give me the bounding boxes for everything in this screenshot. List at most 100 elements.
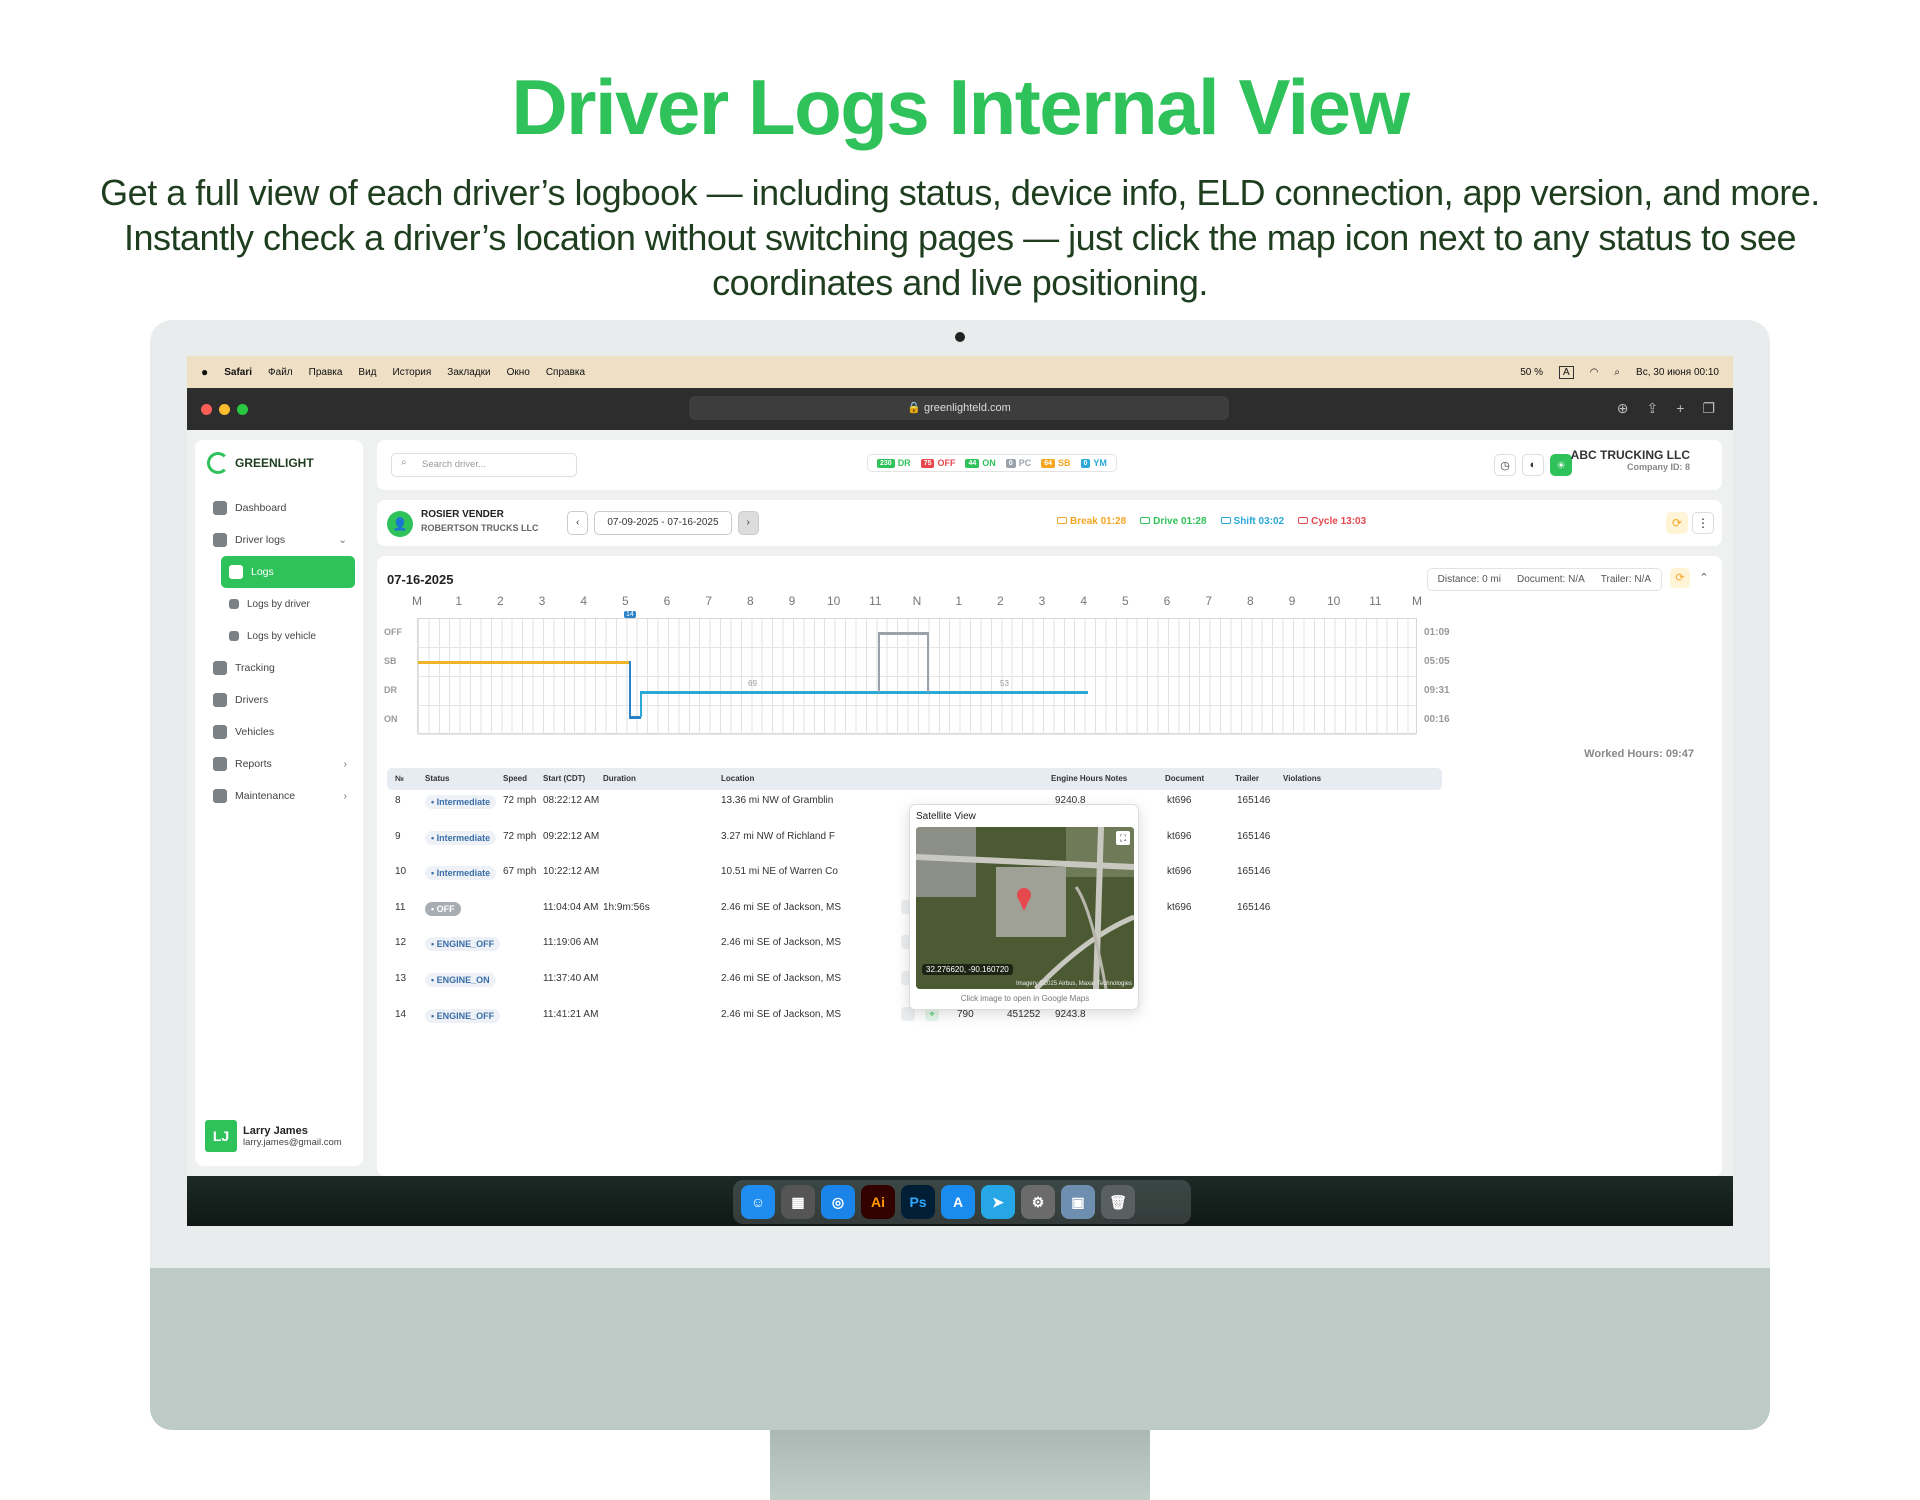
cell-trailer: 165146 — [1237, 901, 1271, 913]
column-header[interactable]: Violations — [1283, 774, 1321, 783]
menubar-clock[interactable]: Вс, 30 июня 00:10 — [1636, 367, 1719, 378]
sidebar-item-reports[interactable]: Reports › — [205, 748, 355, 780]
status-badge: • Intermediate — [425, 830, 497, 845]
more-options-icon[interactable]: ⋮ — [1692, 512, 1714, 534]
theme-dark-icon[interactable]: ◐ — [1522, 454, 1544, 476]
menu-bookmarks[interactable]: Закладки — [447, 367, 490, 378]
status-chip-dr[interactable]: 230 DR — [874, 458, 914, 468]
dock-launchpad-icon[interactable]: ▦ — [781, 1185, 815, 1219]
menu-file[interactable]: Файл — [268, 367, 293, 378]
satellite-map[interactable]: 32.276620, -90.160720 Imagery ©2025 Airb… — [916, 827, 1134, 989]
sidebar-item-dashboard[interactable]: Dashboard — [205, 492, 355, 524]
menu-window[interactable]: Окно — [507, 367, 530, 378]
sidebar-item-driver-logs[interactable]: Driver logs ⌄ — [205, 524, 355, 556]
dock-safari-icon[interactable]: ◎ — [821, 1185, 855, 1219]
sidebar-item-drivers[interactable]: Drivers — [205, 684, 355, 716]
chevron-down-icon: ⌄ — [338, 534, 347, 546]
sidebar-item-maintenance[interactable]: Maintenance › — [205, 780, 355, 812]
sidebar-item-logs[interactable]: Logs — [221, 556, 355, 588]
dock-settings-icon[interactable]: ⚙ — [1021, 1185, 1055, 1219]
dock-trash-icon[interactable]: 🗑 — [1101, 1185, 1135, 1219]
menu-safari[interactable]: Safari — [224, 367, 252, 378]
driver-company: ROBERTSON TRUCKS LLC — [421, 523, 539, 533]
column-header[interactable]: Trailer — [1235, 774, 1259, 783]
cell-n: 9 — [395, 830, 401, 842]
refresh-icon[interactable]: ⟳ — [1666, 512, 1688, 534]
hour-tick: 4 — [1080, 594, 1087, 608]
sidebar-item-label: Logs by driver — [247, 598, 310, 610]
collapse-icon[interactable]: ⌃ — [1694, 568, 1714, 588]
dock-finder-icon[interactable]: ☺ — [741, 1185, 775, 1219]
log-summary: Distance: 0 mi Document: N/A Trailer: N/… — [1426, 568, 1662, 591]
sidebar-item-label: Dashboard — [235, 502, 287, 514]
column-header[interactable]: Status — [425, 774, 449, 783]
chip-count: 64 — [1041, 458, 1055, 468]
fullscreen-icon[interactable]: ⛶ — [1116, 831, 1130, 845]
imagery-credit: Imagery ©2025 Airbus, Maxar Technologies — [1015, 981, 1132, 987]
sidebar-item-vehicles[interactable]: Vehicles — [205, 716, 355, 748]
column-header[interactable]: Duration — [603, 774, 636, 783]
dock-ai-icon[interactable]: Ai — [861, 1185, 895, 1219]
wifi-icon[interactable]: ◠ — [1590, 367, 1599, 378]
theme-light-icon[interactable]: ☀ — [1550, 454, 1572, 476]
logbook-icon — [213, 533, 227, 547]
new-tab-icon[interactable]: + — [1676, 400, 1684, 417]
zoom-button[interactable] — [237, 403, 248, 415]
chip-label: SB — [1058, 458, 1071, 468]
date-range-picker[interactable]: 07-09-2025 - 07-16-2025 — [594, 511, 732, 535]
minimize-button[interactable] — [219, 403, 230, 415]
menu-help[interactable]: Справка — [546, 367, 585, 378]
column-header[interactable]: Start (CDT) — [543, 774, 585, 783]
off-segment[interactable] — [878, 632, 928, 635]
column-header[interactable]: Speed — [503, 774, 527, 783]
dock-preview-icon[interactable]: ▣ — [1061, 1185, 1095, 1219]
sb-segment[interactable] — [418, 661, 630, 664]
close-button[interactable] — [201, 403, 212, 415]
column-header[interactable]: Document — [1165, 774, 1204, 783]
status-chip-off[interactable]: 75 OFF — [918, 458, 959, 468]
status-chip-sb[interactable]: 64 SB — [1038, 458, 1073, 468]
popup-title: Satellite View — [916, 811, 976, 822]
status-chip-pc[interactable]: 0 PC — [1003, 458, 1034, 468]
company-info[interactable]: ABC TRUCKING LLC Company ID: 8 — [1571, 448, 1690, 472]
address-bar[interactable]: 🔒 greenlighteld.com — [689, 396, 1229, 420]
company-name: ABC TRUCKING LLC — [1570, 448, 1690, 462]
menu-history[interactable]: История — [393, 367, 432, 378]
next-range-button[interactable]: › — [737, 511, 759, 535]
battery-text[interactable]: 50 % — [1520, 367, 1543, 378]
prev-range-button[interactable]: ‹ — [567, 511, 589, 535]
dock-app-store-icon[interactable]: A — [941, 1185, 975, 1219]
sidebar-item-logs-by-driver[interactable]: Logs by driver — [205, 588, 355, 620]
sidebar: GREENLIGHT Dashboard Driver logs ⌄ Logs L… — [195, 440, 363, 1166]
apple-icon[interactable]: ● — [201, 365, 208, 379]
battery-timer-icon — [1057, 517, 1067, 524]
column-header[interactable]: Notes — [1105, 774, 1127, 783]
cell-start: 11:19:06 AM — [543, 937, 599, 949]
clock-icon[interactable]: ◷ — [1494, 454, 1516, 476]
user-profile[interactable]: LJ Larry James larry.james@gmail.com — [205, 1120, 342, 1152]
column-header[interactable]: Engine Hours — [1051, 774, 1103, 783]
share-icon[interactable]: ⇪ — [1647, 400, 1659, 417]
column-header[interactable]: № — [395, 774, 404, 783]
sidebar-item-logs-by-vehicle[interactable]: Logs by vehicle — [205, 620, 355, 652]
refresh-icon[interactable]: ⟳ — [1670, 568, 1690, 588]
column-header[interactable]: Location — [721, 774, 754, 783]
menu-view[interactable]: Вид — [358, 367, 376, 378]
driving-segment[interactable] — [1048, 691, 1088, 694]
status-chip-on[interactable]: 44 ON — [962, 458, 998, 468]
hour-tick: 10 — [1326, 594, 1341, 608]
dock-telegram-icon[interactable]: ➤ — [981, 1185, 1015, 1219]
tabs-overview-icon[interactable]: ❐ — [1702, 400, 1715, 417]
event-marker-icon[interactable]: 14 — [624, 611, 636, 618]
search-input[interactable]: Search driver... — [391, 453, 577, 477]
sidebar-item-tracking[interactable]: Tracking — [205, 652, 355, 684]
brand-logo[interactable]: GREENLIGHT — [207, 452, 314, 474]
download-icon[interactable]: ⊕ — [1617, 400, 1629, 417]
status-chip-ym[interactable]: 0 YM — [1078, 458, 1110, 468]
search-icon[interactable]: ⌕ — [1614, 367, 1620, 378]
cell-doc: kt696 — [1167, 795, 1192, 806]
input-source[interactable]: A — [1559, 365, 1574, 379]
dock-ps-icon[interactable]: Ps — [901, 1185, 935, 1219]
driving-segment[interactable] — [640, 691, 1080, 694]
menu-edit[interactable]: Правка — [309, 367, 343, 378]
